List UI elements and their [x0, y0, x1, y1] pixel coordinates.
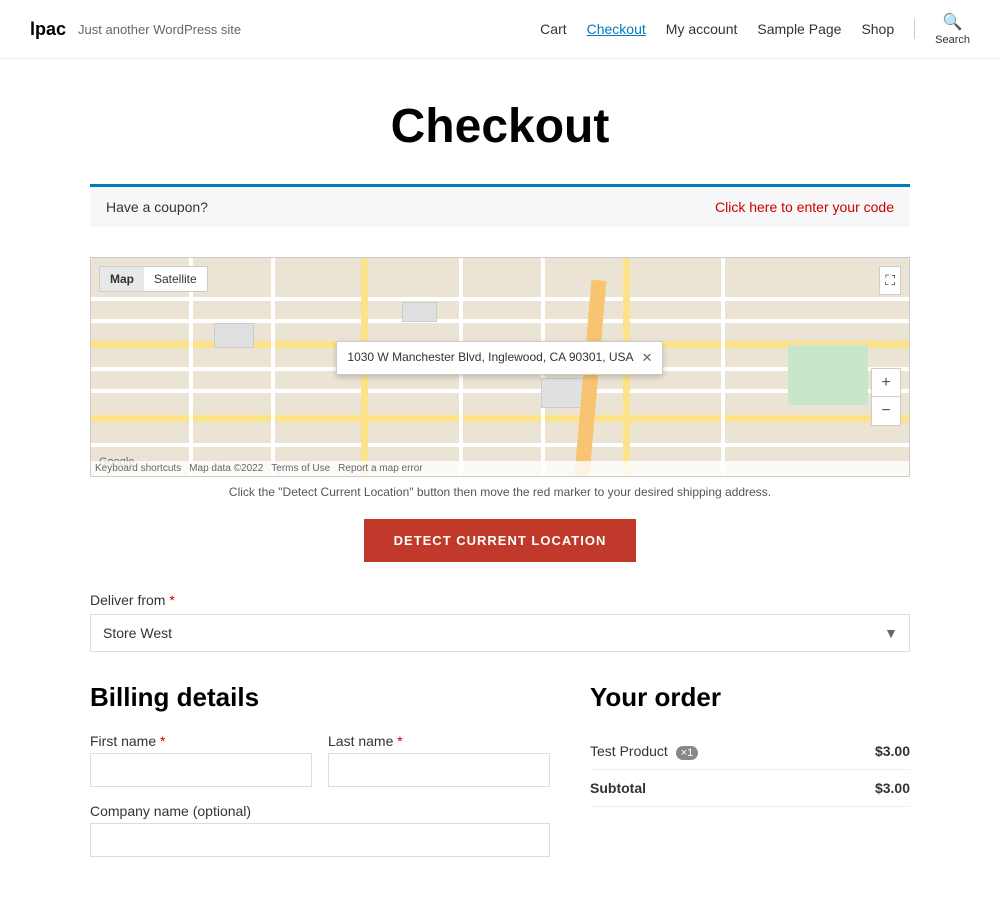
deliver-from-label: Deliver from *: [90, 592, 910, 608]
order-table: Test Product ×1 $3.00 Subtotal $3.00: [590, 733, 910, 807]
nav-my-account[interactable]: My account: [666, 21, 738, 37]
order-section: Your order Test Product ×1 $3.00 Subtota…: [590, 682, 910, 807]
map-zoom-controls: + −: [871, 368, 901, 426]
deliver-from-select-wrap: Store West ▼: [90, 614, 910, 652]
deliver-from-section: Deliver from * Store West ▼: [90, 592, 910, 652]
map-container[interactable]: Map Satellite ⛶ ✕ 1030 W Manchester Blvd…: [90, 257, 910, 477]
main-content: Have a coupon? Click here to enter your …: [70, 184, 930, 913]
detect-location-button[interactable]: DETECT CURRENT LOCATION: [364, 519, 637, 562]
required-asterisk: *: [169, 592, 174, 608]
nav-checkout[interactable]: Checkout: [587, 21, 646, 37]
first-name-label: First name *: [90, 733, 312, 749]
map-tab-satellite[interactable]: Satellite: [144, 267, 207, 291]
name-row: First name * Last name *: [90, 733, 550, 787]
fullscreen-icon: ⛶: [885, 272, 895, 289]
site-title[interactable]: lpac: [30, 19, 66, 40]
subtotal-price: $3.00: [832, 770, 910, 807]
company-field: Company name (optional): [90, 803, 550, 857]
coupon-text: Have a coupon?: [106, 199, 208, 215]
header-nav: Cart Checkout My account Sample Page Sho…: [540, 12, 970, 46]
page-title-wrap: Checkout: [0, 59, 1000, 184]
company-label: Company name (optional): [90, 803, 550, 819]
order-product-price: $3.00: [832, 733, 910, 770]
map-tab-map[interactable]: Map: [100, 267, 144, 291]
map-zoom-out[interactable]: −: [872, 397, 900, 425]
map-hint: Click the "Detect Current Location" butt…: [90, 485, 910, 499]
map-data: Map data ©2022: [189, 463, 263, 474]
site-tagline: Just another WordPress site: [78, 22, 241, 37]
map-tooltip: ✕ 1030 W Manchester Blvd, Inglewood, CA …: [336, 341, 663, 375]
two-col-layout: Billing details First name * Last name *…: [90, 682, 910, 873]
billing-title: Billing details: [90, 682, 550, 713]
last-name-label: Last name *: [328, 733, 550, 749]
coupon-bar: Have a coupon? Click here to enter your …: [90, 184, 910, 227]
map-type-tabs: Map Satellite: [99, 266, 208, 292]
map-fullscreen-button[interactable]: ⛶: [879, 266, 901, 295]
header: lpac Just another WordPress site Cart Ch…: [0, 0, 1000, 59]
search-button[interactable]: 🔍 Search: [935, 12, 970, 46]
nav-shop[interactable]: Shop: [861, 21, 894, 37]
report-map-error[interactable]: Report a map error: [338, 463, 422, 474]
order-qty-badge: ×1: [676, 746, 699, 760]
search-label: Search: [935, 34, 970, 46]
search-icon: 🔍: [943, 12, 963, 32]
subtotal-label: Subtotal: [590, 770, 832, 807]
billing-section: Billing details First name * Last name *…: [90, 682, 550, 873]
header-left: lpac Just another WordPress site: [30, 19, 241, 40]
nav-cart[interactable]: Cart: [540, 21, 566, 37]
map-tooltip-address: 1030 W Manchester Blvd, Inglewood, CA 90…: [347, 350, 633, 364]
detect-button-wrap: DETECT CURRENT LOCATION: [90, 519, 910, 562]
nav-sample-page[interactable]: Sample Page: [757, 21, 841, 37]
order-title: Your order: [590, 682, 910, 713]
last-name-field: Last name *: [328, 733, 550, 787]
map-tooltip-close[interactable]: ✕: [642, 350, 653, 366]
keyboard-shortcuts[interactable]: Keyboard shortcuts: [95, 463, 181, 474]
nav-divider: [914, 19, 915, 39]
page-title: Checkout: [20, 99, 980, 154]
map-zoom-in[interactable]: +: [872, 369, 900, 397]
map-footer: Keyboard shortcuts Map data ©2022 Terms …: [91, 461, 909, 476]
coupon-link[interactable]: Click here to enter your code: [715, 199, 894, 215]
order-subtotal-row: Subtotal $3.00: [590, 770, 910, 807]
order-product-name: Test Product ×1: [590, 733, 832, 770]
deliver-from-select[interactable]: Store West: [90, 614, 910, 652]
company-input[interactable]: [90, 823, 550, 857]
first-name-field: First name *: [90, 733, 312, 787]
terms-of-use[interactable]: Terms of Use: [271, 463, 330, 474]
order-product-row: Test Product ×1 $3.00: [590, 733, 910, 770]
map-inner: Map Satellite ⛶ ✕ 1030 W Manchester Blvd…: [91, 258, 909, 476]
